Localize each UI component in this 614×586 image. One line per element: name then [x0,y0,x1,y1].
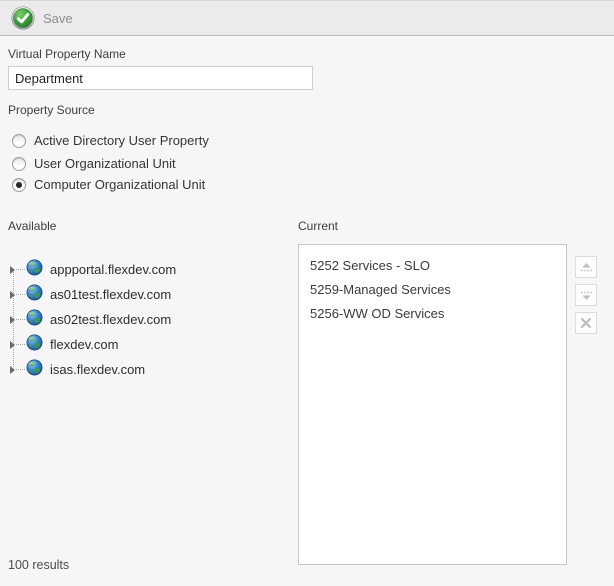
move-up-button[interactable] [575,256,597,278]
tree-item-domain[interactable]: flexdev.com [8,332,278,357]
tree-item-label: isas.flexdev.com [50,362,145,377]
property-source-label: Property Source [8,103,95,117]
expand-arrow-icon[interactable] [10,316,15,324]
remove-button[interactable] [575,312,597,334]
globe-icon [26,309,43,331]
tree-item-domain[interactable]: as01test.flexdev.com [8,282,278,307]
x-icon [580,317,592,329]
radio-icon[interactable] [12,157,26,171]
expand-arrow-icon[interactable] [10,341,15,349]
expand-arrow-icon[interactable] [10,266,15,274]
radio-user-organizational-unit[interactable]: User Organizational Unit [12,156,176,171]
tree-item-label: appportal.flexdev.com [50,262,176,277]
radio-computer-organizational-unit[interactable]: Computer Organizational Unit [12,177,205,192]
tree-item-label: flexdev.com [50,337,118,352]
toolbar: Save [0,0,614,36]
virtual-property-name-label: Virtual Property Name [8,47,126,61]
expand-arrow-icon[interactable] [10,366,15,374]
available-label: Available [8,219,56,233]
current-label: Current [298,219,338,233]
down-arrow-icon [579,290,594,301]
save-button-label: Save [43,11,73,26]
radio-active-directory-user-property[interactable]: Active Directory User Property [12,133,209,148]
results-count: 100 results [8,558,69,572]
current-listbox[interactable]: 5252 Services - SLO 5259-Managed Service… [298,244,567,565]
tree-item-domain[interactable]: isas.flexdev.com [8,357,278,382]
globe-icon [26,259,43,281]
up-arrow-icon [579,262,594,273]
list-item[interactable]: 5256-WW OD Services [299,302,566,326]
globe-icon [26,284,43,306]
available-tree: appportal.flexdev.com as01test.flexdev.c… [8,257,278,382]
save-button[interactable]: Save [0,1,87,35]
list-item[interactable]: 5259-Managed Services [299,278,566,302]
radio-label: User Organizational Unit [34,156,176,171]
tree-item-domain[interactable]: as02test.flexdev.com [8,307,278,332]
radio-icon[interactable] [12,178,26,192]
virtual-property-name-input[interactable] [8,66,313,90]
tree-item-domain[interactable]: appportal.flexdev.com [8,257,278,282]
tree-item-label: as01test.flexdev.com [50,287,171,302]
radio-label: Active Directory User Property [34,133,209,148]
move-down-button[interactable] [575,284,597,306]
virtual-property-editor: Save Virtual Property Name Property Sour… [0,0,614,586]
radio-icon[interactable] [12,134,26,148]
radio-label: Computer Organizational Unit [34,177,205,192]
tree-item-label: as02test.flexdev.com [50,312,171,327]
globe-icon [26,359,43,381]
save-check-icon [11,6,35,30]
list-item[interactable]: 5252 Services - SLO [299,254,566,278]
expand-arrow-icon[interactable] [10,291,15,299]
globe-icon [26,334,43,356]
